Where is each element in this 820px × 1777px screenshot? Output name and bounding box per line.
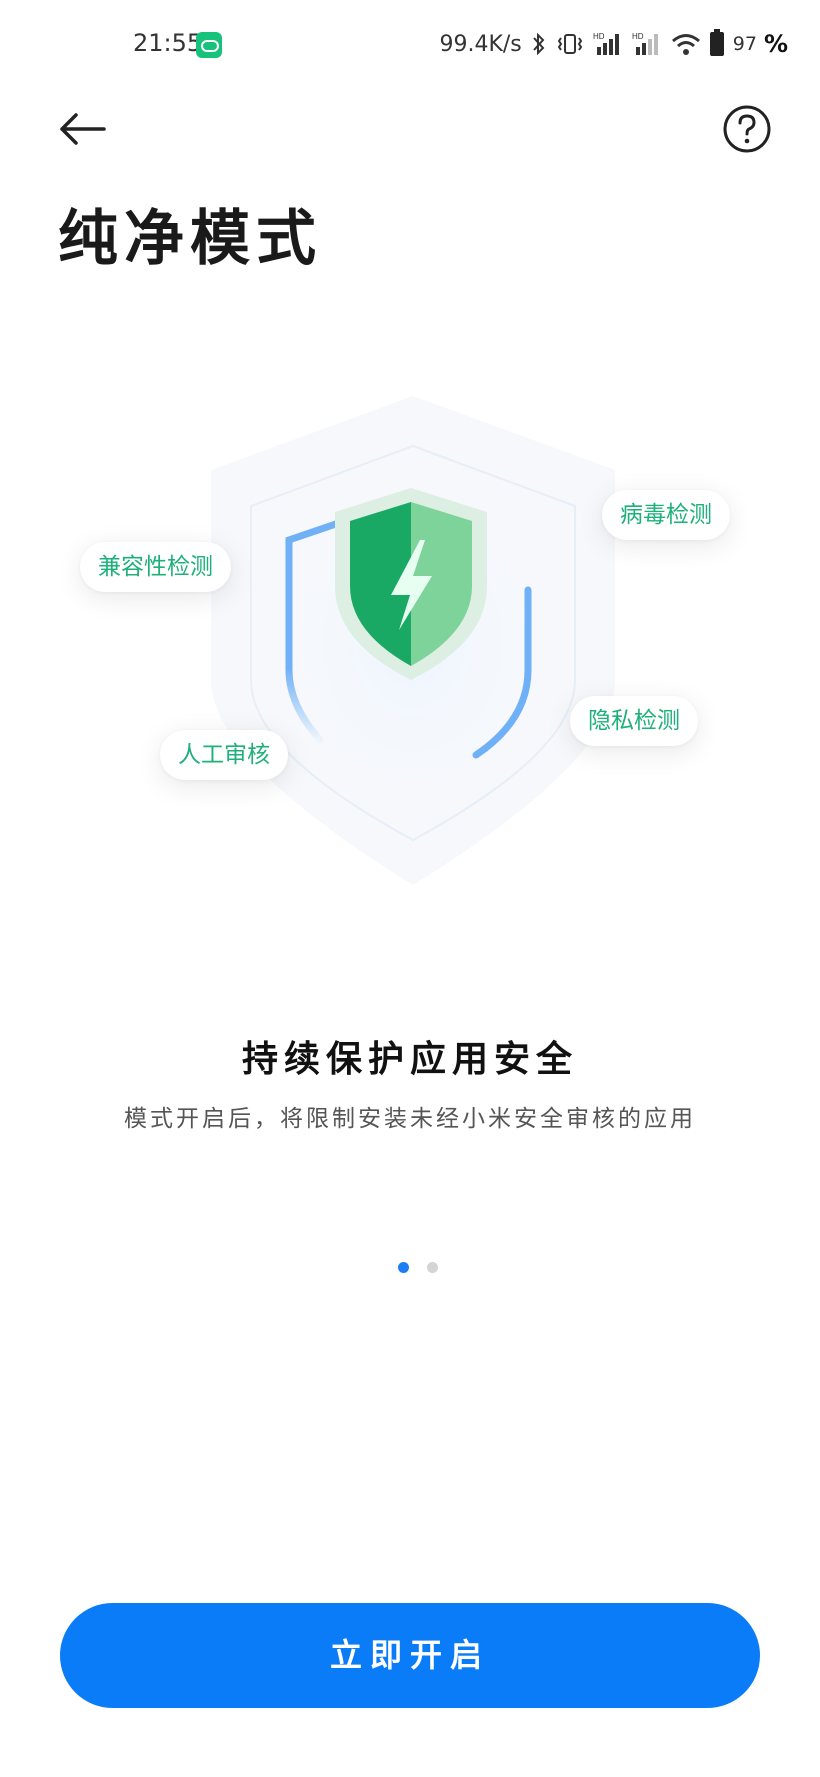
- bluetooth-icon: [531, 31, 547, 57]
- signal-hd-icon: HD: [593, 31, 623, 57]
- privacy-check-chip: 隐私检测: [570, 696, 698, 746]
- battery-percent-sign: %: [763, 30, 788, 58]
- page-indicator: [398, 1262, 438, 1273]
- status-indicators: 99.4K/s HD HD 97 %: [439, 28, 788, 60]
- manual-review-chip: 人工审核: [160, 730, 288, 780]
- feature-description: 模式开启后，将限制安装未经小米安全审核的应用: [124, 1106, 696, 1132]
- page-dot: [427, 1262, 438, 1273]
- status-bar: 21:55 99.4K/s HD HD 97 %: [0, 0, 820, 90]
- virus-check-chip: 病毒检测: [602, 490, 730, 540]
- svg-text:HD: HD: [632, 32, 644, 41]
- back-button[interactable]: [56, 104, 110, 158]
- compatibility-check-chip: 兼容性检测: [80, 542, 231, 592]
- battery-level: 97: [732, 33, 757, 55]
- network-speed: 99.4K/s: [439, 31, 522, 57]
- help-button[interactable]: [722, 104, 772, 154]
- wifi-icon: [671, 32, 701, 56]
- arrow-left-icon: [60, 113, 106, 145]
- shield-illustration: [211, 396, 615, 885]
- page-title: 纯净模式: [58, 204, 322, 274]
- app-notification-icon: [196, 32, 222, 58]
- battery-icon: [709, 29, 724, 56]
- feature-headline: 持续保护应用安全: [241, 1038, 578, 1080]
- signal-hd-icon: HD: [632, 31, 662, 57]
- enable-now-button[interactable]: 立即开启: [60, 1603, 760, 1708]
- protection-illustration: 兼容性检测 病毒检测 隐私检测 人工审核: [0, 380, 820, 920]
- svg-text:HD: HD: [593, 32, 605, 41]
- page-dot-active: [398, 1262, 409, 1273]
- vibrate-icon: [556, 32, 584, 56]
- status-time: 21:55: [133, 29, 203, 57]
- question-circle-icon: [723, 105, 771, 153]
